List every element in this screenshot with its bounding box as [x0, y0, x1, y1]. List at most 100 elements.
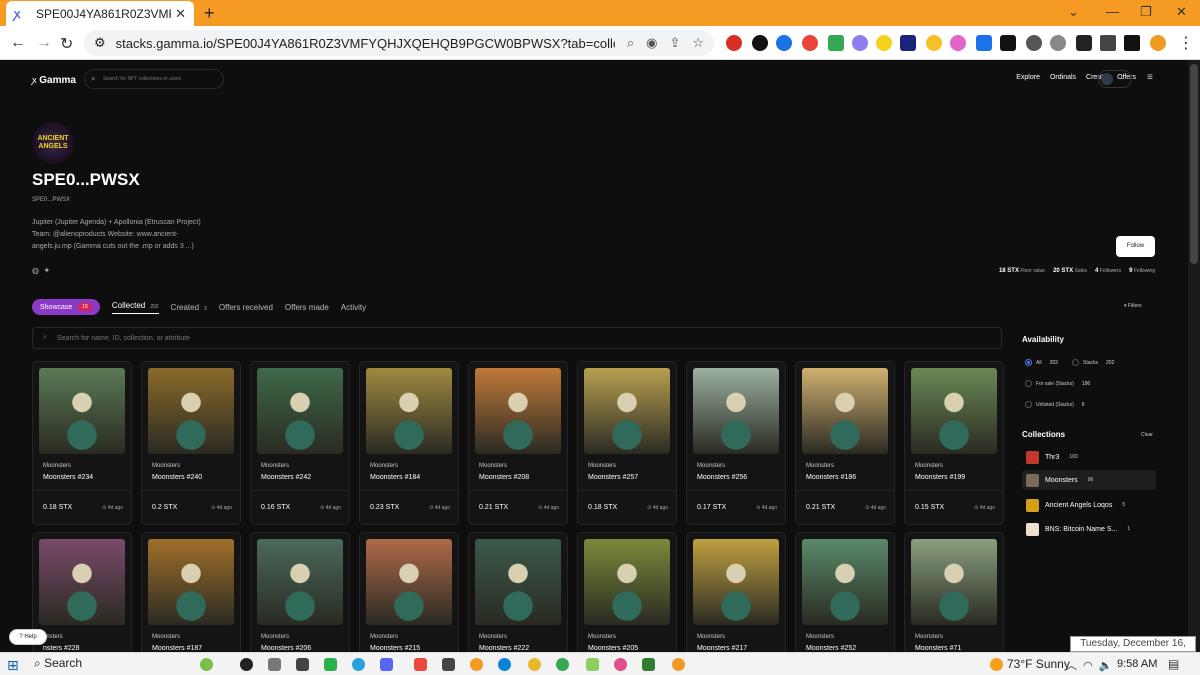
card-name[interactable]: Moonsters #205: [588, 645, 638, 652]
card-collection[interactable]: Moonsters: [261, 634, 289, 640]
clock[interactable]: 9:58 AM: [1117, 658, 1157, 670]
site-search-input[interactable]: ⌕ Search for NFT collections or users: [84, 69, 224, 89]
telegram-icon[interactable]: [352, 658, 365, 671]
nft-card[interactable]: Moonsters Moonsters #252: [795, 532, 895, 652]
nft-image[interactable]: [802, 368, 888, 454]
hamburger-menu-icon[interactable]: ≡: [1147, 72, 1153, 83]
extension-8-icon[interactable]: [900, 35, 916, 51]
nft-card[interactable]: Moonsters Moonsters #240 0.2 STX ⊙ 4d ago: [141, 361, 241, 525]
card-name[interactable]: Moonsters #242: [261, 474, 311, 481]
nft-card[interactable]: Moonsters Moonsters #206: [250, 532, 350, 652]
nft-card[interactable]: Moonsters Moonsters #71: [904, 532, 1004, 652]
card-collection[interactable]: Moonsters: [588, 634, 616, 640]
address-bar[interactable]: ⚙ stacks.gamma.io/SPE00J4YA861R0Z3VMFYQH…: [84, 30, 714, 56]
close-window-icon[interactable]: ✕: [1176, 4, 1187, 20]
extension-13-icon[interactable]: [1026, 35, 1042, 51]
card-collection[interactable]: Moonsters: [152, 463, 180, 469]
nft-image[interactable]: [475, 539, 561, 625]
tab-collected[interactable]: Collected 202: [111, 301, 159, 314]
nft-image[interactable]: [257, 539, 343, 625]
site-settings-icon[interactable]: ⚙: [94, 35, 106, 51]
extension-4-icon[interactable]: [802, 35, 818, 51]
card-collection[interactable]: Moonsters: [43, 463, 71, 469]
nft-image[interactable]: [584, 368, 670, 454]
forward-icon[interactable]: →: [36, 34, 52, 52]
view-icon[interactable]: ◉: [646, 35, 657, 51]
new-tab-button[interactable]: +: [204, 3, 215, 24]
extension-12-icon[interactable]: [1000, 35, 1016, 51]
card-name[interactable]: Moonsters #257: [588, 474, 638, 481]
tab-created[interactable]: Created 3: [171, 303, 207, 312]
filters-button[interactable]: ▾ Filters: [1124, 303, 1142, 309]
app-icon[interactable]: [528, 658, 541, 671]
follow-button[interactable]: Follow: [1116, 236, 1155, 257]
nft-card[interactable]: Moonsters Moonsters #205: [577, 532, 677, 652]
card-name[interactable]: Moonsters #240: [152, 474, 202, 481]
nft-card[interactable]: Moonsters Moonsters #184 0.23 STX ⊙ 4d ago: [359, 361, 459, 525]
extensions-puzzle-icon[interactable]: [1076, 35, 1092, 51]
card-collection[interactable]: Moonsters: [479, 463, 507, 469]
chrome-icon[interactable]: [556, 658, 569, 671]
extension-9-icon[interactable]: [926, 35, 942, 51]
nft-image[interactable]: [148, 539, 234, 625]
card-name[interactable]: Moonsters #222: [479, 645, 529, 652]
nav-ordinals[interactable]: Ordinals: [1050, 74, 1076, 81]
card-collection[interactable]: Moonsters: [152, 634, 180, 640]
reload-icon[interactable]: ↻: [60, 34, 73, 54]
twitter-icon[interactable]: ✦: [43, 266, 50, 275]
taskbar-search[interactable]: ⌕ Search: [34, 656, 82, 671]
tab-activity[interactable]: Activity: [341, 303, 366, 312]
nft-image[interactable]: [366, 368, 452, 454]
collection-filter-item[interactable]: Ancient Angels Loqos 5: [1022, 495, 1156, 515]
card-collection[interactable]: Moonsters: [261, 463, 289, 469]
nft-card[interactable]: Moonsters Moonsters #217: [686, 532, 786, 652]
scrollbar-thumb[interactable]: [1190, 64, 1198, 264]
widget-icon[interactable]: [200, 658, 213, 671]
nft-image[interactable]: [257, 368, 343, 454]
app-icon[interactable]: [442, 658, 455, 671]
tab-offers-made[interactable]: Offers made: [285, 303, 329, 312]
side-panel-icon[interactable]: [1124, 35, 1140, 51]
nft-image[interactable]: [39, 368, 125, 454]
app-icon[interactable]: [614, 658, 627, 671]
nft-card[interactable]: Moonsters Moonsters #222: [468, 532, 568, 652]
extension-1-icon[interactable]: [726, 35, 742, 51]
nft-image[interactable]: [475, 368, 561, 454]
extension-5-icon[interactable]: [828, 35, 844, 51]
bookmark-star-icon[interactable]: ☆: [692, 35, 704, 51]
card-name[interactable]: Moonsters #187: [152, 645, 202, 652]
following-link[interactable]: 9 Following: [1129, 268, 1155, 274]
clear-collections-button[interactable]: Clear: [1141, 432, 1153, 438]
nft-image[interactable]: [148, 368, 234, 454]
card-collection[interactable]: Moonsters: [806, 634, 834, 640]
share-icon[interactable]: ⇪: [669, 35, 680, 51]
extension-6-icon[interactable]: [852, 35, 868, 51]
chrome-menu-icon[interactable]: ⋮: [1178, 33, 1194, 53]
app-icon[interactable]: [324, 658, 337, 671]
availability-for-sale[interactable]: For sale (Stacks) 196: [1025, 380, 1090, 387]
reading-list-icon[interactable]: [1100, 35, 1116, 51]
extension-2-icon[interactable]: [752, 35, 768, 51]
collection-filter-item[interactable]: Moonsters 96: [1022, 470, 1156, 490]
user-menu-button[interactable]: ⌄: [1098, 70, 1132, 88]
nft-card[interactable]: Moonsters Moonsters #242 0.16 STX ⊙ 4d ago: [250, 361, 350, 525]
maximize-icon[interactable]: ❐: [1140, 4, 1152, 20]
help-button[interactable]: ? Help: [9, 629, 47, 645]
nft-card[interactable]: Moonsters Moonsters #186 0.21 STX ⊙ 4d ago: [795, 361, 895, 525]
card-collection[interactable]: Moonsters: [588, 463, 616, 469]
windows-start-icon[interactable]: ⊞: [7, 657, 19, 674]
card-name[interactable]: Moonsters #252: [806, 645, 856, 652]
app-icon[interactable]: [586, 658, 599, 671]
card-name[interactable]: Moonsters #234: [43, 474, 93, 481]
card-collection[interactable]: Moonsters: [915, 634, 943, 640]
back-icon[interactable]: ←: [10, 34, 26, 52]
weather-widget[interactable]: 73°F Sunny: [990, 657, 1070, 672]
card-name[interactable]: Moonsters #256: [697, 474, 747, 481]
extension-14-icon[interactable]: [1050, 35, 1066, 51]
notifications-icon[interactable]: ▤: [1168, 657, 1179, 671]
card-name[interactable]: Moonsters #215: [370, 645, 420, 652]
media-icon[interactable]: [240, 658, 253, 671]
nft-card[interactable]: Moonsters Moonsters #199 0.15 STX ⊙ 4d ago: [904, 361, 1004, 525]
card-name[interactable]: Moonsters #184: [370, 474, 420, 481]
card-collection[interactable]: Moonsters: [370, 634, 398, 640]
